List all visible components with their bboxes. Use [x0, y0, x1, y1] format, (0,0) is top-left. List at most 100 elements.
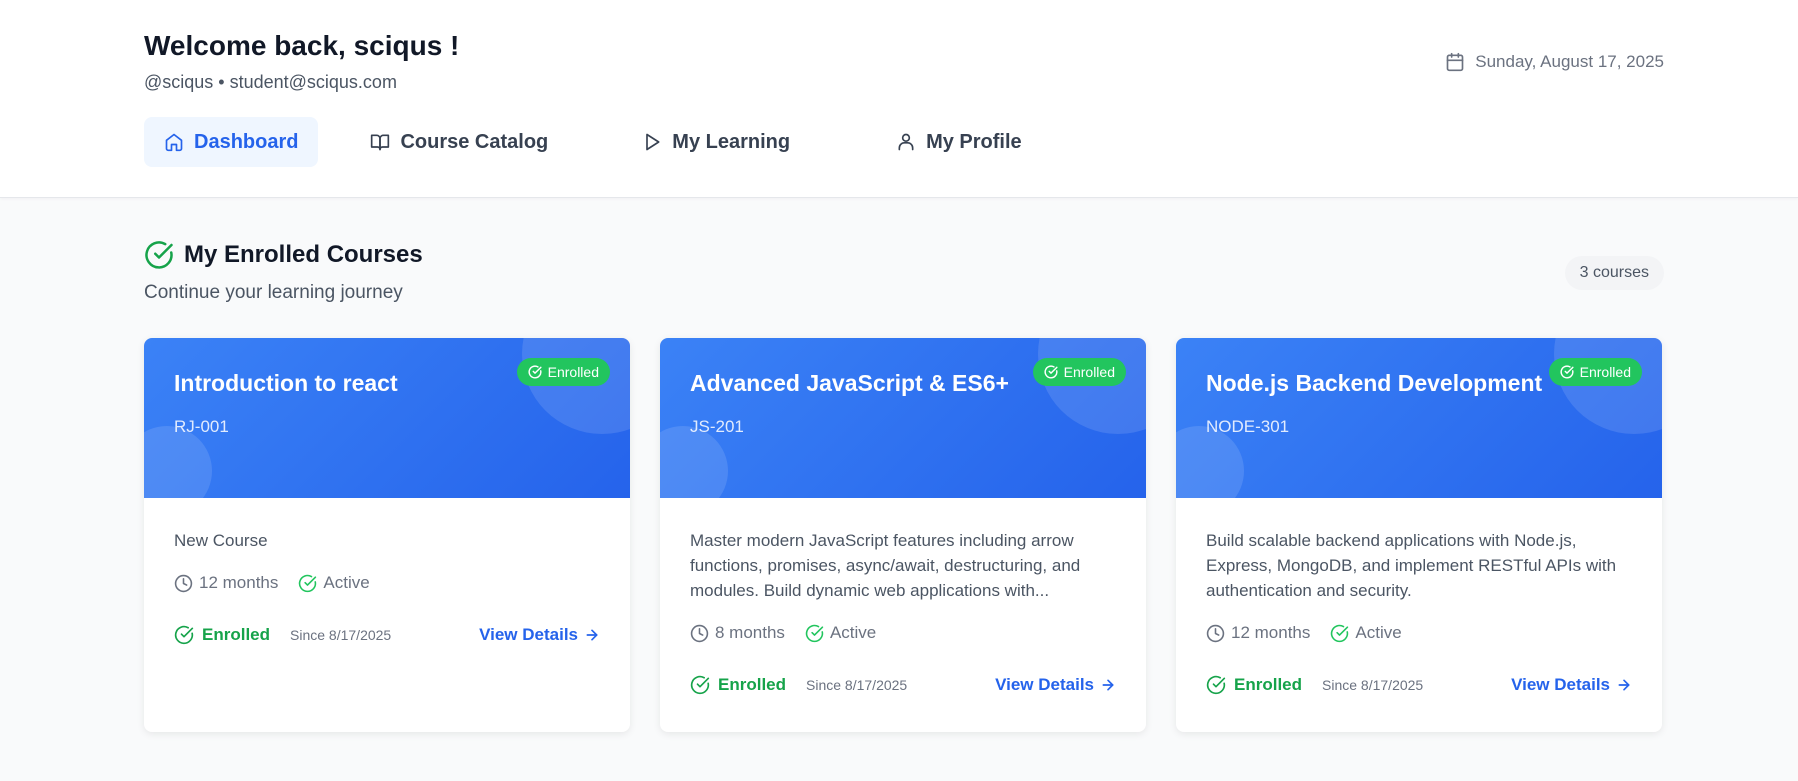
course-code: NODE-301 [1206, 417, 1290, 436]
check-circle-icon [690, 675, 710, 695]
enrolled-badge-label: Enrolled [547, 364, 599, 380]
enrolled-badge: Enrolled [516, 358, 610, 386]
arrow-right-icon [586, 629, 598, 641]
course-duration-text: 12 months [199, 573, 279, 592]
arrow-right-icon [1102, 679, 1114, 691]
nav-course-catalog-label: Course Catalog [400, 130, 549, 153]
course-code: RJ-001 [174, 417, 229, 436]
nav-my-profile[interactable]: My Profile [876, 117, 1042, 167]
enrollment-status: Enrolled [1206, 675, 1302, 695]
current-date: Sunday, August 17, 2025 [1445, 52, 1664, 72]
decorative-circle [522, 338, 630, 434]
enrolled-section-header: My Enrolled Courses Continue your learni… [144, 240, 1664, 310]
app-header: Welcome back, sciqus ! @sciqus • student… [0, 0, 1798, 198]
course-status-text: Active [829, 623, 877, 642]
main-nav: Dashboard Course Catalog My Learning My … [144, 117, 1042, 167]
enrolled-since: Since 8/17/2025 [806, 677, 908, 693]
course-status: Active [805, 623, 876, 643]
play-icon [646, 133, 660, 151]
check-circle-icon [1560, 365, 1574, 379]
course-meta: 12 months Active [174, 573, 600, 593]
course-card-body: Build scalable backend applications with… [1176, 498, 1662, 695]
course-duration-text: 8 months [715, 623, 785, 642]
course-title: Introduction to react [174, 370, 398, 396]
clock-icon [174, 574, 193, 592]
course-duration: 8 months [690, 623, 785, 643]
check-circle-icon [1206, 675, 1226, 695]
view-details-label: View Details [479, 625, 578, 644]
nav-my-learning[interactable]: My Learning [622, 117, 810, 167]
section-title-text: My Enrolled Courses [184, 241, 423, 268]
nav-dashboard[interactable]: Dashboard [144, 117, 319, 167]
course-status-text: Active [1355, 623, 1402, 642]
view-details-link[interactable]: View Details [1511, 675, 1632, 695]
course-title: Node.js Backend Development [1206, 370, 1543, 396]
section-title: My Enrolled Courses [144, 240, 1664, 270]
check-circle-icon [805, 624, 824, 642]
check-circle-icon [174, 625, 194, 645]
course-card-footer: Enrolled Since 8/17/2025 View Details [1206, 675, 1632, 695]
check-circle-icon [528, 365, 542, 379]
course-description: Master modern JavaScript features includ… [690, 531, 1081, 600]
course-title: Advanced JavaScript & ES6+ [690, 370, 1009, 396]
course-status-text: Active [323, 573, 370, 592]
course-card: Enrolled Introduction to react RJ-001 Ne… [144, 338, 630, 732]
welcome-heading: Welcome back, sciqus ! [144, 30, 460, 61]
check-circle-icon [299, 574, 317, 592]
enrollment-status-text: Enrolled [1234, 675, 1303, 694]
clock-icon [690, 624, 709, 642]
view-details-label: View Details [1511, 675, 1610, 694]
course-card-banner: Enrolled Node.js Backend Development NOD… [1176, 338, 1662, 498]
enrollment-status: Enrolled [174, 625, 270, 645]
calendar-icon [1446, 52, 1464, 72]
course-card-body: Master modern JavaScript features includ… [660, 498, 1146, 695]
course-duration: 12 months [1206, 623, 1310, 643]
check-circle-icon [1044, 365, 1058, 379]
course-meta: 8 months Active [690, 623, 1116, 643]
clock-icon [1206, 624, 1225, 642]
enrolled-badge: Enrolled [1032, 358, 1126, 386]
nav-dashboard-label: Dashboard [194, 130, 299, 153]
course-card-footer: Enrolled Since 8/17/2025 View Details [690, 675, 1116, 695]
enrollment-status-text: Enrolled [202, 625, 271, 644]
course-card: Enrolled Advanced JavaScript & ES6+ JS-2… [660, 338, 1146, 732]
course-description: Build scalable backend applications with… [1206, 531, 1617, 600]
course-count-badge: 3 courses [1564, 256, 1664, 290]
course-card: Enrolled Node.js Backend Development NOD… [1176, 338, 1662, 732]
nav-my-learning-label: My Learning [672, 130, 791, 153]
enrolled-badge-label: Enrolled [1063, 364, 1115, 380]
course-cards: Enrolled Introduction to react RJ-001 Ne… [144, 338, 1664, 732]
date-text: Sunday, August 17, 2025 [1475, 52, 1664, 71]
course-card-banner: Enrolled Introduction to react RJ-001 [144, 338, 630, 498]
enrolled-since: Since 8/17/2025 [290, 627, 392, 643]
course-code: JS-201 [690, 417, 744, 436]
course-card-footer: Enrolled Since 8/17/2025 View Details [174, 625, 600, 645]
enrollment-status-text: Enrolled [718, 675, 787, 694]
enrolled-since: Since 8/17/2025 [1322, 677, 1424, 693]
nav-my-profile-label: My Profile [926, 130, 1022, 153]
course-meta: 12 months Active [1206, 623, 1632, 643]
course-status: Active [298, 573, 370, 593]
decorative-circle [1038, 338, 1146, 434]
home-icon [165, 133, 183, 152]
user-icon [898, 133, 914, 151]
course-description: New Course [174, 531, 268, 550]
view-details-label: View Details [995, 675, 1094, 694]
section-subtitle: Continue your learning journey [144, 282, 403, 303]
enrollment-status: Enrolled [690, 675, 786, 695]
course-duration: 12 months [174, 573, 278, 593]
check-circle-icon [1331, 624, 1349, 642]
nav-course-catalog[interactable]: Course Catalog [350, 117, 568, 167]
book-open-icon [371, 134, 390, 151]
decorative-circle [1554, 338, 1662, 434]
enrolled-badge-label: Enrolled [1579, 364, 1631, 380]
check-circle-icon [145, 241, 173, 269]
course-card-body: New Course 12 months Active Enrolled Sin… [144, 498, 630, 645]
view-details-link[interactable]: View Details [995, 675, 1116, 695]
course-duration-text: 12 months [1231, 623, 1311, 642]
user-handle-email: @sciqus • student@sciqus.com [144, 72, 397, 92]
arrow-right-icon [1618, 679, 1630, 691]
view-details-link[interactable]: View Details [479, 625, 600, 645]
enrolled-badge: Enrolled [1548, 358, 1642, 386]
course-status: Active [1330, 623, 1402, 643]
